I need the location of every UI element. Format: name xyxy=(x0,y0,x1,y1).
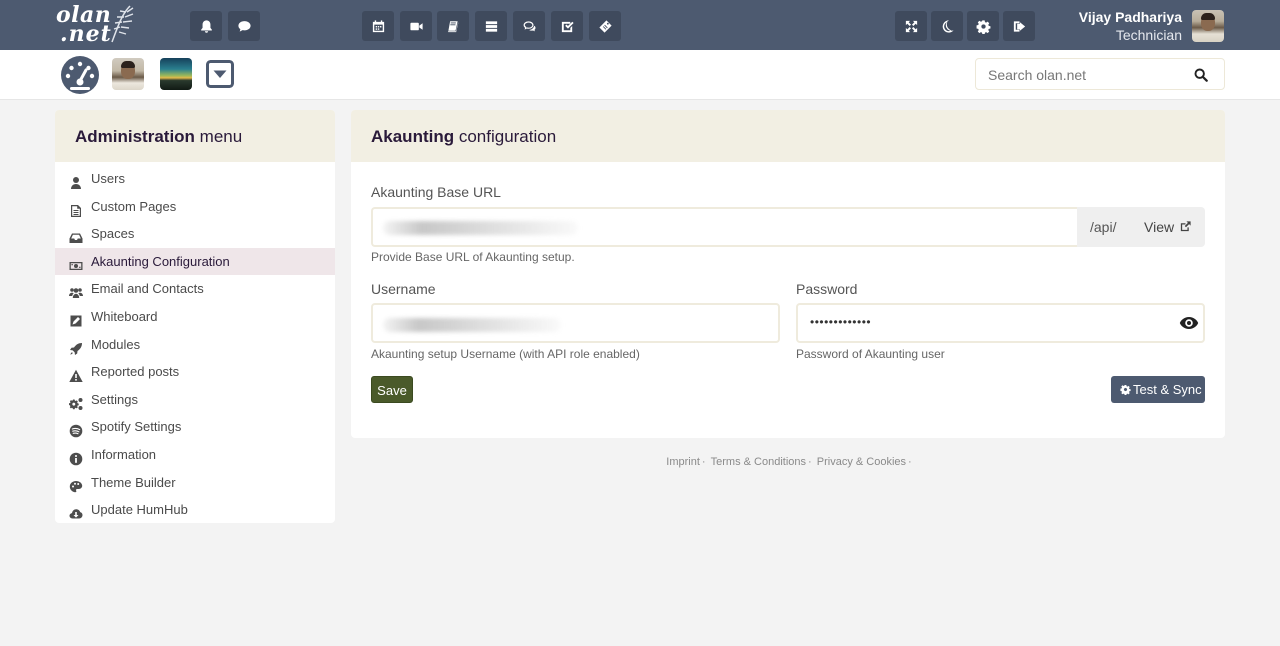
palette-icon xyxy=(69,476,83,492)
warning-icon xyxy=(69,365,83,383)
calendar-button[interactable] xyxy=(362,11,394,41)
sidebar-item-theme-builder[interactable]: Theme Builder xyxy=(55,469,335,497)
footer-link-privacy[interactable]: Privacy & Cookies xyxy=(817,456,906,468)
leaf-icon xyxy=(111,5,134,43)
test-and-sync-button[interactable]: Test & Sync xyxy=(1111,376,1205,403)
settings-button[interactable] xyxy=(967,11,999,41)
spotify-icon xyxy=(69,420,83,438)
list-button[interactable] xyxy=(475,11,507,41)
gear-icon xyxy=(1120,385,1131,395)
base-url-label: Akaunting Base URL xyxy=(371,184,501,200)
inbox-icon xyxy=(69,227,83,244)
footer-link-imprint[interactable]: Imprint xyxy=(666,456,700,468)
password-value: ••••••••••••• xyxy=(810,315,872,329)
sidebar-item-users[interactable]: Users xyxy=(55,165,335,193)
dropdown-toggle-icon[interactable] xyxy=(206,60,234,88)
comments-button[interactable] xyxy=(513,11,545,41)
footer-link-terms[interactable]: Terms & Conditions xyxy=(711,456,806,468)
moon-icon xyxy=(942,19,954,33)
panel-title: Akaunting configuration xyxy=(351,110,1225,162)
sidebar-item-spotify-settings[interactable]: Spotify Settings xyxy=(55,413,335,441)
username-label: Username xyxy=(371,281,436,297)
search-icon[interactable] xyxy=(1194,68,1208,82)
fullscreen-icon xyxy=(905,20,917,32)
save-button[interactable]: Save xyxy=(371,376,413,403)
video-icon xyxy=(409,22,423,30)
chat-bubble-icon xyxy=(237,20,251,32)
sidebar-item-information[interactable]: Information xyxy=(55,441,335,469)
akaunting-configuration-panel: Akaunting configuration Akaunting Base U… xyxy=(351,110,1225,438)
dashboard-gauge-icon[interactable] xyxy=(60,55,100,95)
username-field[interactable] xyxy=(371,303,780,343)
password-help: Password of Akaunting user xyxy=(796,347,945,361)
file-text-icon xyxy=(69,200,83,217)
video-button[interactable] xyxy=(400,11,432,41)
pencil-square-icon xyxy=(69,310,83,327)
tasks-button[interactable] xyxy=(551,11,583,41)
gear-icon xyxy=(976,19,990,34)
password-field[interactable]: ••••••••••••• xyxy=(796,303,1205,343)
user-icon xyxy=(69,172,83,189)
view-link[interactable]: View xyxy=(1144,219,1191,235)
space-avatar-person[interactable] xyxy=(112,58,144,90)
book-icon xyxy=(446,19,459,32)
external-link-icon xyxy=(1180,221,1191,232)
comments-icon xyxy=(523,20,535,31)
user-name[interactable]: Vijay Padhariya xyxy=(1079,9,1182,25)
sidebar-item-akaunting-configuration[interactable]: Akaunting Configuration xyxy=(55,247,335,276)
user-avatar[interactable] xyxy=(1192,10,1224,42)
calendar-icon xyxy=(372,19,384,32)
sign-out-icon xyxy=(1013,20,1025,32)
list-icon xyxy=(485,20,497,32)
sidebar-item-custom-pages[interactable]: Custom Pages xyxy=(55,193,335,221)
eye-icon[interactable] xyxy=(1179,316,1199,330)
search-input[interactable] xyxy=(988,65,1188,85)
top-navbar: olan .net Vijay Padhariya Technician xyxy=(0,0,1280,50)
user-role: Technician xyxy=(1115,27,1182,43)
sidebar-item-spaces[interactable]: Spaces xyxy=(55,220,335,248)
password-label: Password xyxy=(796,281,858,297)
dark-mode-button[interactable] xyxy=(931,11,963,41)
sidebar-item-modules[interactable]: Modules xyxy=(55,331,335,359)
users-icon xyxy=(69,282,83,299)
rocket-icon xyxy=(69,338,83,355)
space-chooser-bar xyxy=(0,50,1280,100)
tags-button[interactable] xyxy=(589,11,621,41)
money-icon xyxy=(69,255,83,270)
tag-icon xyxy=(598,19,612,33)
site-logo[interactable]: olan .net xyxy=(56,2,136,47)
space-avatar-landscape[interactable] xyxy=(160,58,192,90)
tasks-check-icon xyxy=(561,21,574,32)
sidebar-item-update-humhub[interactable]: Update HumHub xyxy=(55,496,335,523)
notifications-button[interactable] xyxy=(190,11,222,41)
fullscreen-button[interactable] xyxy=(895,11,927,41)
cloud-download-icon xyxy=(69,503,83,519)
sidebar-item-reported-posts[interactable]: Reported posts xyxy=(55,358,335,386)
logout-button[interactable] xyxy=(1003,11,1035,41)
administration-menu-title: Administration menu xyxy=(55,110,335,162)
footer: Imprint · Terms & Conditions · Privacy & C… xyxy=(666,456,912,468)
bell-icon xyxy=(200,19,212,33)
sidebar-item-whiteboard[interactable]: Whiteboard xyxy=(55,303,335,331)
sidebar-item-settings[interactable]: Settings xyxy=(55,386,335,414)
messages-button[interactable] xyxy=(228,11,260,41)
api-suffix: /api/ xyxy=(1090,219,1117,235)
administration-menu: Administration menu Users Custom Pages S… xyxy=(55,110,335,523)
sidebar-item-email-and-contacts[interactable]: Email and Contacts xyxy=(55,275,335,303)
search-box xyxy=(975,58,1225,90)
base-url-field[interactable] xyxy=(371,207,1079,247)
gears-icon xyxy=(69,393,83,410)
username-help: Akaunting setup Username (with API role … xyxy=(371,347,640,361)
base-url-addon: /api/ View xyxy=(1077,207,1205,247)
info-icon xyxy=(69,448,83,466)
wiki-button[interactable] xyxy=(437,11,469,41)
base-url-help: Provide Base URL of Akaunting setup. xyxy=(371,250,575,264)
